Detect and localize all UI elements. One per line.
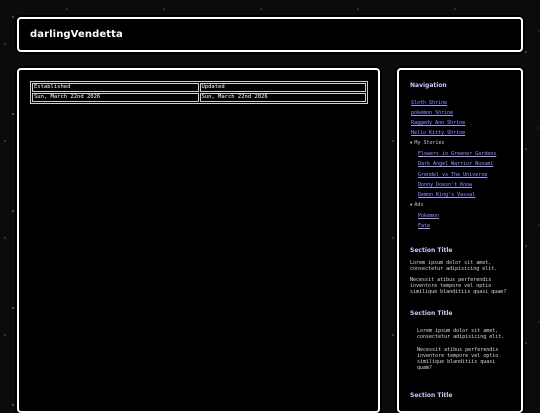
nav-link-raggedy-ann-shrine[interactable]: Raggedy Ann Shrine [411, 120, 465, 126]
site-title[interactable]: darlingVendetta [30, 29, 123, 40]
established-header: Established [32, 83, 199, 92]
info-table: Established Updated Sun, March 22nd 2026… [30, 81, 368, 104]
nav-link-pokemon-ad[interactable]: Pokémon [418, 213, 439, 219]
nav-link-flowers-in-greener-gardens[interactable]: Flowers in Greener Gardens [418, 151, 496, 157]
nav-link-pokemon-shrine[interactable]: pokémon Shrine [411, 110, 453, 116]
nav-link-demon-kings-vassal[interactable]: Demon King's Vassal [418, 192, 475, 198]
updated-value: Sun, March 22nd 2026 [199, 93, 366, 102]
section-title: Section Title [410, 310, 453, 317]
section-title: Section Title [410, 247, 453, 254]
section-paragraph: Necessit atibus perferendis inventore te… [417, 347, 499, 371]
caret-down-icon: ▼ [410, 202, 413, 207]
section-title: Section Title [410, 392, 453, 399]
table-header-row: Established Updated [32, 83, 366, 92]
navigation-heading: Navigation [410, 82, 447, 89]
nav-folder-ads[interactable]: ▼ Ads [410, 202, 423, 208]
updated-header: Updated [199, 83, 366, 92]
sidebar: Navigation Sloth Shrine pokémon Shrine R… [397, 68, 523, 413]
established-value: Sun, March 22nd 2026 [32, 93, 199, 102]
nav-link-donny-doesnt-know[interactable]: Donny Doesn't Know [418, 182, 472, 188]
nav-link-dark-angel-warrior-noxumi[interactable]: Dark Angel Warrior Noxumi [418, 161, 493, 167]
nav-folder-my-stories[interactable]: ▼ My Stories [410, 140, 445, 146]
nav-link-fate-ad[interactable]: Fate [418, 223, 430, 229]
nav-link-sloth-shrine[interactable]: Sloth Shrine [411, 100, 447, 106]
nav-link-grendel-vs-the-universe[interactable]: Grendel vs The Universe [418, 172, 487, 178]
section-paragraph: Necessit atibus perferendis inventore te… [410, 277, 507, 295]
section-paragraph: Lorem ipsum dolor sit amet, consectetur … [410, 260, 498, 272]
section-paragraph: Lorem ipsum dolor sit amet, consectetur … [417, 328, 505, 340]
nav-folder-label: My Stories [414, 140, 445, 146]
main-content-panel: Established Updated Sun, March 22nd 2026… [17, 68, 380, 413]
caret-down-icon: ▼ [410, 140, 413, 145]
table-row: Sun, March 22nd 2026 Sun, March 22nd 202… [32, 93, 366, 102]
nav-folder-label: Ads [414, 202, 424, 208]
nav-link-hello-kitty-shrine[interactable]: Hello Kitty Shrine [411, 130, 465, 136]
site-header: darlingVendetta [17, 17, 523, 52]
